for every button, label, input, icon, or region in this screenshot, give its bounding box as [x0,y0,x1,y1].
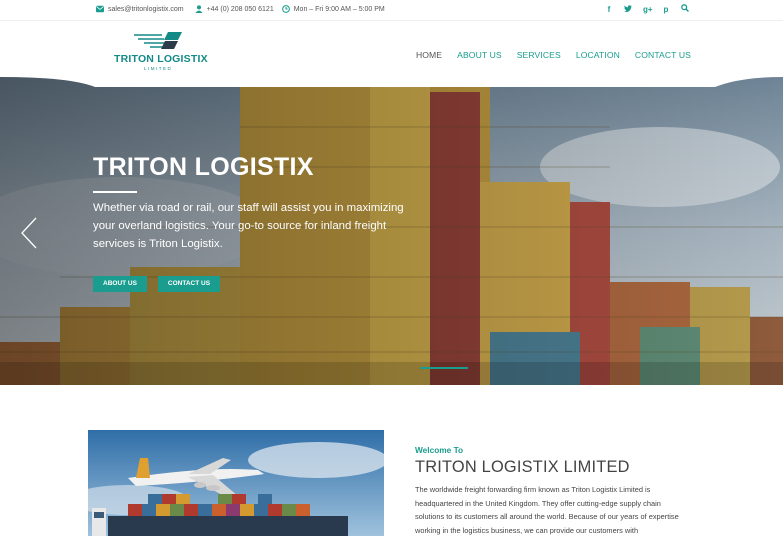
hours-text: Mon – Fri 9:00 AM – 5:00 PM [293,5,385,13]
user-icon [194,5,203,13]
pinterest-icon[interactable]: p [662,4,670,15]
nav-home[interactable]: HOME [416,50,442,60]
nav-about[interactable]: ABOUT US [457,50,502,60]
hero-title: TRITON LOGISTIX [93,153,314,181]
about-text: The worldwide freight forwarding firm kn… [415,485,679,535]
header-curve [0,77,783,87]
hero-text: Whether via road or rail, our staff will… [93,202,404,250]
main-nav: HOME ABOUT US SERVICES LOCATION CONTACT … [401,50,691,60]
nav-contact[interactable]: CONTACT US [635,50,691,60]
about-title: TRITON LOGISTIX LIMITED [415,458,630,476]
facebook-icon[interactable]: f [605,4,613,15]
welcome-label: Welcome To [415,445,464,455]
twitter-icon[interactable] [624,4,632,15]
email-item[interactable]: sales@tritonlogistix.com [96,5,184,13]
hero-about-button[interactable]: ABOUT US [93,276,147,292]
site-header: TRITON LOGISTIX LIMITED HOME ABOUT US SE… [0,21,783,84]
logo[interactable]: TRITON LOGISTIX LIMITED [114,29,208,73]
email-text[interactable]: sales@tritonlogistix.com [108,6,184,13]
hero-contact-button[interactable]: CONTACT US [158,276,220,292]
phone-item: +44 (0) 208 050 6121 [194,5,274,13]
hero-slider: TRITON LOGISTIX Whether via road or rail… [0,77,783,385]
email-icon [96,5,104,13]
logo-sub: LIMITED [144,66,173,71]
hero-divider [93,191,137,193]
top-bar: sales@tritonlogistix.com +44 (0) 208 050… [0,0,783,21]
plane-and-ship-image [88,430,384,536]
nav-location[interactable]: LOCATION [576,50,620,60]
contact-info: sales@tritonlogistix.com +44 (0) 208 050… [96,5,393,13]
logo-mark-icon [134,32,182,49]
nav-services[interactable]: SERVICES [517,50,561,60]
clock-icon [281,5,290,13]
search-icon[interactable] [681,4,689,15]
social-links: f g+ p [594,4,689,15]
slider-indicator[interactable] [420,367,468,369]
about-image [88,430,384,536]
google-plus-icon[interactable]: g+ [643,4,653,15]
phone-text: +44 (0) 208 050 6121 [206,5,274,13]
logo-name: TRITON LOGISTIX [114,53,208,65]
hours-item: Mon – Fri 9:00 AM – 5:00 PM [281,5,385,13]
chevron-left-icon[interactable] [19,217,39,249]
